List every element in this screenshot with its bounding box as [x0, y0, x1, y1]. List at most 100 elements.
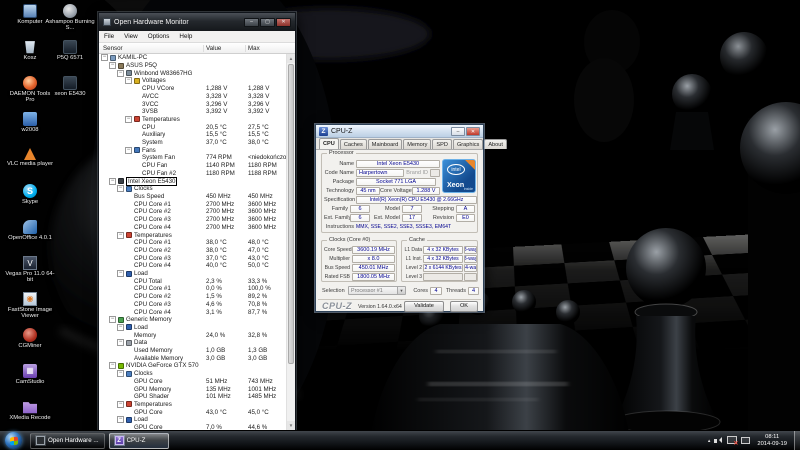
expander-icon[interactable]: −	[117, 370, 124, 377]
tree-row[interactable]: −Clocks	[99, 370, 286, 378]
minimize-button[interactable]: –	[244, 18, 259, 27]
tree-row[interactable]: CPU Core #440,0 °C50,0 °C	[99, 262, 286, 270]
scrollbar-thumb[interactable]	[288, 64, 294, 364]
scroll-down-icon[interactable]: ▼	[287, 421, 295, 430]
tree-row[interactable]: CPU Core #10,0 %100,0 %	[99, 285, 286, 293]
tree-row[interactable]: 3VCC3,296 V3,296 V	[99, 100, 286, 108]
desktop-icon-camstudio[interactable]: ▦CamStudio	[6, 364, 54, 385]
expander-icon[interactable]: −	[125, 77, 132, 84]
tab-graphics[interactable]: Graphics	[453, 139, 483, 149]
tab-spd[interactable]: SPD	[432, 139, 452, 149]
expander-icon[interactable]: −	[117, 232, 124, 239]
start-button[interactable]	[5, 432, 22, 449]
taskbar-button-ohm[interactable]: Open Hardware ...	[30, 433, 105, 449]
tree-row[interactable]: −NVIDIA GeForce GTX 570	[99, 362, 286, 370]
expander-icon[interactable]: −	[117, 401, 124, 408]
menu-view[interactable]: View	[119, 32, 143, 41]
tree-row[interactable]: System Fan774 RPM<niedokończone...	[99, 154, 286, 162]
tree-row[interactable]: −Clocks	[99, 185, 286, 193]
desktop-icon-vegas-pro[interactable]: VVegas Pro 11.0 64-bit	[6, 256, 54, 284]
expander-icon[interactable]: −	[117, 339, 124, 346]
tree-row[interactable]: Auxiliary15,5 °C15,5 °C	[99, 131, 286, 139]
menu-file[interactable]: File	[99, 32, 119, 41]
tree-row[interactable]: CPU Core #34,6 %70,8 %	[99, 301, 286, 309]
tree-row[interactable]: −Load	[99, 416, 286, 424]
tab-cpu[interactable]: CPU	[319, 138, 339, 149]
tree-row[interactable]: CPU VCore1,288 V1,288 V	[99, 85, 286, 93]
desktop-icon-faststone[interactable]: ◉FastStone Image Viewer	[6, 292, 54, 320]
expander-icon[interactable]: −	[109, 316, 116, 323]
expander-icon[interactable]: −	[117, 270, 124, 277]
cpuz-title-bar[interactable]: Z CPU-Z –✕	[316, 125, 483, 138]
desktop-icon-xmedia-recode[interactable]: XMedia Recode	[6, 400, 54, 421]
tree-row[interactable]: Bus Speed450 MHz450 MHz	[99, 193, 286, 201]
column-header-sensor[interactable]: Sensor	[103, 45, 123, 52]
close-button[interactable]: ✕	[466, 127, 480, 136]
volume-icon[interactable]	[714, 436, 723, 445]
menu-help[interactable]: Help	[174, 32, 197, 41]
expander-icon[interactable]: −	[109, 62, 116, 69]
tab-memory[interactable]: Memory	[403, 139, 431, 149]
tree-row[interactable]: −Fans	[99, 146, 286, 154]
tree-row[interactable]: CPU Core #32700 MHz3600 MHz	[99, 216, 286, 224]
processor-select[interactable]: Processor #1 ▼	[348, 286, 406, 295]
close-button[interactable]: ✕	[276, 18, 291, 27]
tree-row[interactable]: −Load	[99, 324, 286, 332]
tree-row[interactable]: −Generic Memory	[99, 316, 286, 324]
desktop-icon-ashampoo[interactable]: Ashampoo Burning S...	[46, 4, 94, 32]
display-icon[interactable]	[741, 437, 750, 444]
desktop-icon-skype[interactable]: SSkype	[6, 184, 54, 205]
tree-row[interactable]: CPU Core #238,0 °C47,0 °C	[99, 247, 286, 255]
minimize-button[interactable]: –	[451, 127, 465, 136]
tree-row[interactable]: CPU Core #138,0 °C48,0 °C	[99, 239, 286, 247]
tree-row[interactable]: CPU Core #43,1 %87,7 %	[99, 308, 286, 316]
tree-row[interactable]: GPU Core43,0 °C45,0 °C	[99, 408, 286, 416]
tree-row[interactable]: CPU Total2,3 %33,3 %	[99, 277, 286, 285]
taskbar-clock[interactable]: 08:11 2014-09-19	[754, 434, 790, 447]
ok-button[interactable]: OK	[450, 301, 478, 312]
tree-row[interactable]: CPU20,5 °C27,5 °C	[99, 123, 286, 131]
expander-icon[interactable]: −	[101, 54, 108, 61]
desktop-icon-openoffice[interactable]: OpenOffice 4.0.1	[6, 220, 54, 241]
tree-row[interactable]: Used Memory1,0 GB1,3 GB	[99, 347, 286, 355]
tab-about[interactable]: About	[484, 139, 507, 149]
tree-row[interactable]: GPU Core51 MHz743 MHz	[99, 378, 286, 386]
expander-icon[interactable]: −	[109, 362, 116, 369]
desktop-icon-xeon-e5430-file[interactable]: xeon E5430	[46, 76, 94, 97]
tree-row[interactable]: Memory24,0 %32,8 %	[99, 331, 286, 339]
desktop-icon-cgminer[interactable]: CGMiner	[6, 328, 54, 349]
tree-row[interactable]: −Intel Xeon E5430	[99, 177, 286, 185]
expander-icon[interactable]: −	[125, 116, 132, 123]
tree-row[interactable]: −Winbond W83667HG	[99, 69, 286, 77]
tree-row[interactable]: Available Memory3,0 GB3,0 GB	[99, 354, 286, 362]
taskbar-button-cpuz[interactable]: ZCPU-Z	[109, 433, 169, 449]
validate-button[interactable]: Validate	[404, 301, 444, 312]
tree-row[interactable]: CPU Core #337,0 °C43,0 °C	[99, 254, 286, 262]
tree-row[interactable]: GPU Shader101 MHz1485 MHz	[99, 393, 286, 401]
scroll-up-icon[interactable]: ▲	[287, 54, 295, 63]
expander-icon[interactable]: −	[125, 147, 132, 154]
ohm-scrollbar[interactable]: ▲ ▼	[286, 54, 295, 430]
expander-icon[interactable]: −	[117, 70, 124, 77]
column-header-max[interactable]: Max	[248, 45, 260, 52]
tree-row[interactable]: System37,0 °C38,0 °C	[99, 139, 286, 147]
tree-row[interactable]: 3VSB3,392 V3,392 V	[99, 108, 286, 116]
maximize-button[interactable]: ▢	[260, 18, 275, 27]
tree-row[interactable]: −Temperatures	[99, 401, 286, 409]
tree-row[interactable]: CPU Fan1140 RPM1180 RPM	[99, 162, 286, 170]
tree-row[interactable]: CPU Core #21,5 %89,2 %	[99, 293, 286, 301]
ohm-title-bar[interactable]: Open Hardware Monitor –▢✕	[99, 13, 295, 31]
expander-icon[interactable]: −	[109, 178, 116, 185]
desktop-icon-p5q-6571[interactable]: P5Q 6571	[46, 40, 94, 61]
desktop-icon-vlc[interactable]: VLC media player	[6, 148, 54, 167]
expander-icon[interactable]: −	[117, 324, 124, 331]
tree-row[interactable]: AVCC3,328 V3,328 V	[99, 93, 286, 101]
tree-row[interactable]: −KAMIL-PC	[99, 54, 286, 62]
desktop-icon-w2008[interactable]: w2008	[6, 112, 54, 133]
tree-row[interactable]: CPU Core #22700 MHz3600 MHz	[99, 208, 286, 216]
tree-row[interactable]: −Voltages	[99, 77, 286, 85]
menu-options[interactable]: Options	[143, 32, 175, 41]
tab-caches[interactable]: Caches	[340, 139, 367, 149]
expander-icon[interactable]: −	[117, 416, 124, 423]
tree-row[interactable]: −Temperatures	[99, 116, 286, 124]
